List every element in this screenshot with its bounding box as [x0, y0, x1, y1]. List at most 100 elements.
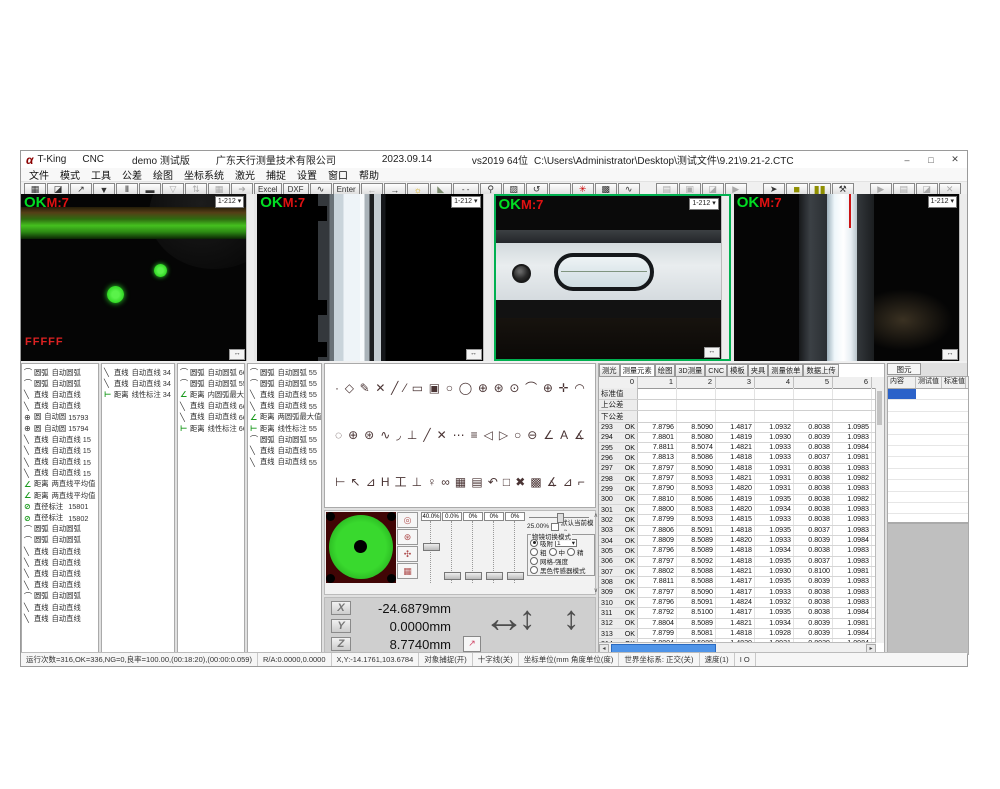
- measure-tool-icon[interactable]: ╱: [391, 381, 398, 395]
- measure-tool-icon[interactable]: ∞: [441, 475, 450, 489]
- list-item[interactable]: ╲ 直线 自动直线: [22, 602, 98, 613]
- zero-jump-button[interactable]: ↗: [463, 636, 481, 652]
- camera-view-1[interactable]: OKM:7 FFFFF 1-212▾ ↔: [21, 194, 254, 361]
- tolerance-row[interactable]: 标准值: [599, 388, 876, 400]
- list-item[interactable]: ⊘ 直径标注 15801: [22, 501, 98, 512]
- camera2-scrollbar[interactable]: [483, 194, 491, 361]
- measure-tool-icon[interactable]: ◯: [459, 381, 472, 395]
- measure-tool-icon[interactable]: H: [381, 475, 390, 489]
- list-item[interactable]: ⌒ 圆弧 自动圆弧 55: [248, 378, 321, 389]
- measure-tool-icon[interactable]: ◞: [396, 428, 401, 442]
- table-tab[interactable]: 夹具: [748, 364, 769, 377]
- list-item[interactable]: ╲ 直线 自动直线: [22, 546, 98, 557]
- camera4-zoom-select[interactable]: 1-212▾: [928, 196, 957, 208]
- list-item[interactable]: ⌒ 圆弧 自动圆弧 55: [248, 434, 321, 445]
- list-item[interactable]: ╲ 直线 自动直线 55: [248, 389, 321, 400]
- list-item[interactable]: ╲ 直线 自动直线 66: [178, 401, 244, 412]
- table-row[interactable]: 293OK 7.8796 8.5090 1.4817 1.0932 0.8038…: [599, 423, 876, 433]
- measure-tool-icon[interactable]: ▩: [530, 475, 541, 489]
- camera4-scrollbar[interactable]: [959, 194, 967, 361]
- measure-tool-icon[interactable]: ✎: [360, 381, 370, 395]
- menu-item[interactable]: 捕捉: [266, 167, 286, 182]
- menu-item[interactable]: 模式: [60, 167, 80, 182]
- measure-tool-icon[interactable]: ≡: [471, 428, 478, 442]
- maximize-button[interactable]: □: [919, 151, 943, 168]
- measure-tool-icon[interactable]: ◠: [574, 381, 584, 395]
- menu-item[interactable]: 帮助: [359, 167, 379, 182]
- light-mode-button[interactable]: ⊛: [397, 529, 418, 545]
- table-tab[interactable]: 数据上传: [803, 364, 838, 377]
- measure-tool-icon[interactable]: ⌒: [525, 379, 537, 396]
- measure-tool-icon[interactable]: ○: [446, 381, 453, 395]
- measure-tool-icon[interactable]: ▷: [499, 428, 508, 442]
- camera1-zoom-select[interactable]: 1-212▾: [215, 196, 244, 208]
- zoom-slider-thumb[interactable]: [557, 513, 564, 523]
- list-item[interactable]: ⌒ 圆弧 自动圆弧: [22, 591, 98, 602]
- camera-view-2[interactable]: OKM:7 1-212▾ ↔: [257, 194, 490, 361]
- radio-grid[interactable]: [530, 557, 538, 565]
- measure-tool-icon[interactable]: ✖: [515, 475, 525, 489]
- list-item[interactable]: ⊢ 距离 线性标注 34: [102, 389, 174, 400]
- list-item[interactable]: ⊕ 圆 自动圆 15793: [22, 412, 98, 423]
- table-row[interactable]: 311OK 7.8792 8.5100 1.4817 1.0935 0.8038…: [599, 608, 876, 618]
- table-row[interactable]: 299OK 7.8790 8.5093 1.4820 1.0931 0.8038…: [599, 484, 876, 494]
- measure-tool-icon[interactable]: ╱: [423, 428, 430, 442]
- measure-tool-icon[interactable]: ⊛: [494, 381, 504, 395]
- list-item[interactable]: ╲ 直线 自动直线 15: [22, 457, 98, 468]
- measure-tool-icon[interactable]: ⊥: [407, 428, 417, 442]
- measure-tool-icon[interactable]: ○: [514, 428, 521, 442]
- list-item[interactable]: ╲ 直线 自动直线 34: [102, 378, 174, 389]
- minimize-button[interactable]: –: [895, 151, 919, 168]
- list-item[interactable]: ∠ 距离 两圆弧最大值: [248, 412, 321, 423]
- list-item[interactable]: ⊘ 直径标注 15802: [22, 512, 98, 523]
- list-item[interactable]: ⌒ 圆弧 自动圆弧: [22, 378, 98, 389]
- light-mode-button[interactable]: ◎: [397, 512, 418, 528]
- measure-tool-icon[interactable]: ✕: [375, 381, 385, 395]
- measure-tool-icon[interactable]: 工: [395, 473, 407, 490]
- list-item[interactable]: ⌒ 圆弧 自动圆弧 66: [178, 367, 244, 378]
- measure-tool-icon[interactable]: ∡: [547, 475, 558, 489]
- list-item[interactable]: ∠ 距离 内圆弧最大值: [178, 389, 244, 400]
- measure-tool-icon[interactable]: ⊛: [364, 428, 374, 442]
- table-row[interactable]: 304OK 7.8809 8.5089 1.4820 1.0933 0.8039…: [599, 536, 876, 546]
- list-item[interactable]: ╲ 直线 自动直线 15: [22, 468, 98, 479]
- camera3-scrollbar[interactable]: [721, 196, 729, 359]
- measure-tool-icon[interactable]: ⊖: [527, 428, 537, 442]
- measure-tool-icon[interactable]: ↶: [488, 475, 498, 489]
- measure-tool-icon[interactable]: ✕: [437, 428, 447, 442]
- list-item[interactable]: ⌒ 圆弧 自动圆弧: [22, 535, 98, 546]
- radio-black-sensor[interactable]: [530, 566, 538, 574]
- list-item[interactable]: ╲ 直线 自动直线: [22, 580, 98, 591]
- light-mode-button[interactable]: ✣: [397, 546, 418, 562]
- table-row[interactable]: 308OK 7.8811 8.5088 1.4817 1.0935 0.8039…: [599, 577, 876, 587]
- measure-tool-icon[interactable]: ⁄: [404, 381, 406, 395]
- table-row[interactable]: 307OK 7.8802 8.5088 1.4821 1.0930 0.8100…: [599, 567, 876, 577]
- slider-thumb[interactable]: [444, 572, 461, 580]
- menu-item[interactable]: 文件: [29, 167, 49, 182]
- list-item[interactable]: ╲ 直线 自动直线 15: [22, 434, 98, 445]
- table-row[interactable]: 300OK 7.8810 8.5086 1.4819 1.0935 0.8038…: [599, 495, 876, 505]
- menu-item[interactable]: 坐标系统: [184, 167, 224, 182]
- camera1-scrollbar[interactable]: [246, 194, 254, 361]
- measure-tool-icon[interactable]: ·: [335, 381, 339, 395]
- measure-tool-icon[interactable]: ▦: [455, 475, 466, 489]
- radio-adsorb[interactable]: [530, 539, 538, 547]
- list-item[interactable]: ╲ 直线 自动直线: [22, 389, 98, 400]
- jog-y-arrow-icon[interactable]: ↕: [519, 599, 536, 637]
- list-item[interactable]: ╲ 直线 自动直线 15: [22, 445, 98, 456]
- camera2-resize-handle[interactable]: ↔: [466, 349, 482, 360]
- measure-tool-icon[interactable]: ⊕: [543, 381, 553, 395]
- table-row[interactable]: 298OK 7.8797 8.5093 1.4821 1.0931 0.8038…: [599, 474, 876, 484]
- table-row[interactable]: 313OK 7.8799 8.5081 1.4818 1.0928 0.8039…: [599, 629, 876, 639]
- table-row[interactable]: 310OK 7.8796 8.5091 1.4824 1.0932 0.8038…: [599, 598, 876, 608]
- menu-item[interactable]: 公差: [122, 167, 142, 182]
- slider-thumb[interactable]: [507, 572, 524, 580]
- close-button[interactable]: ✕: [943, 151, 967, 168]
- measure-tool-icon[interactable]: ◁: [484, 428, 493, 442]
- menu-item[interactable]: 绘图: [153, 167, 173, 182]
- menu-item[interactable]: 工具: [91, 167, 111, 182]
- list-item[interactable]: ⊢ 距离 线性标注 55: [248, 423, 321, 434]
- camera3-resize-handle[interactable]: ↔: [704, 347, 720, 358]
- jog-z-arrow-icon[interactable]: ↕: [563, 599, 580, 637]
- measure-tool-icon[interactable]: A: [560, 428, 568, 442]
